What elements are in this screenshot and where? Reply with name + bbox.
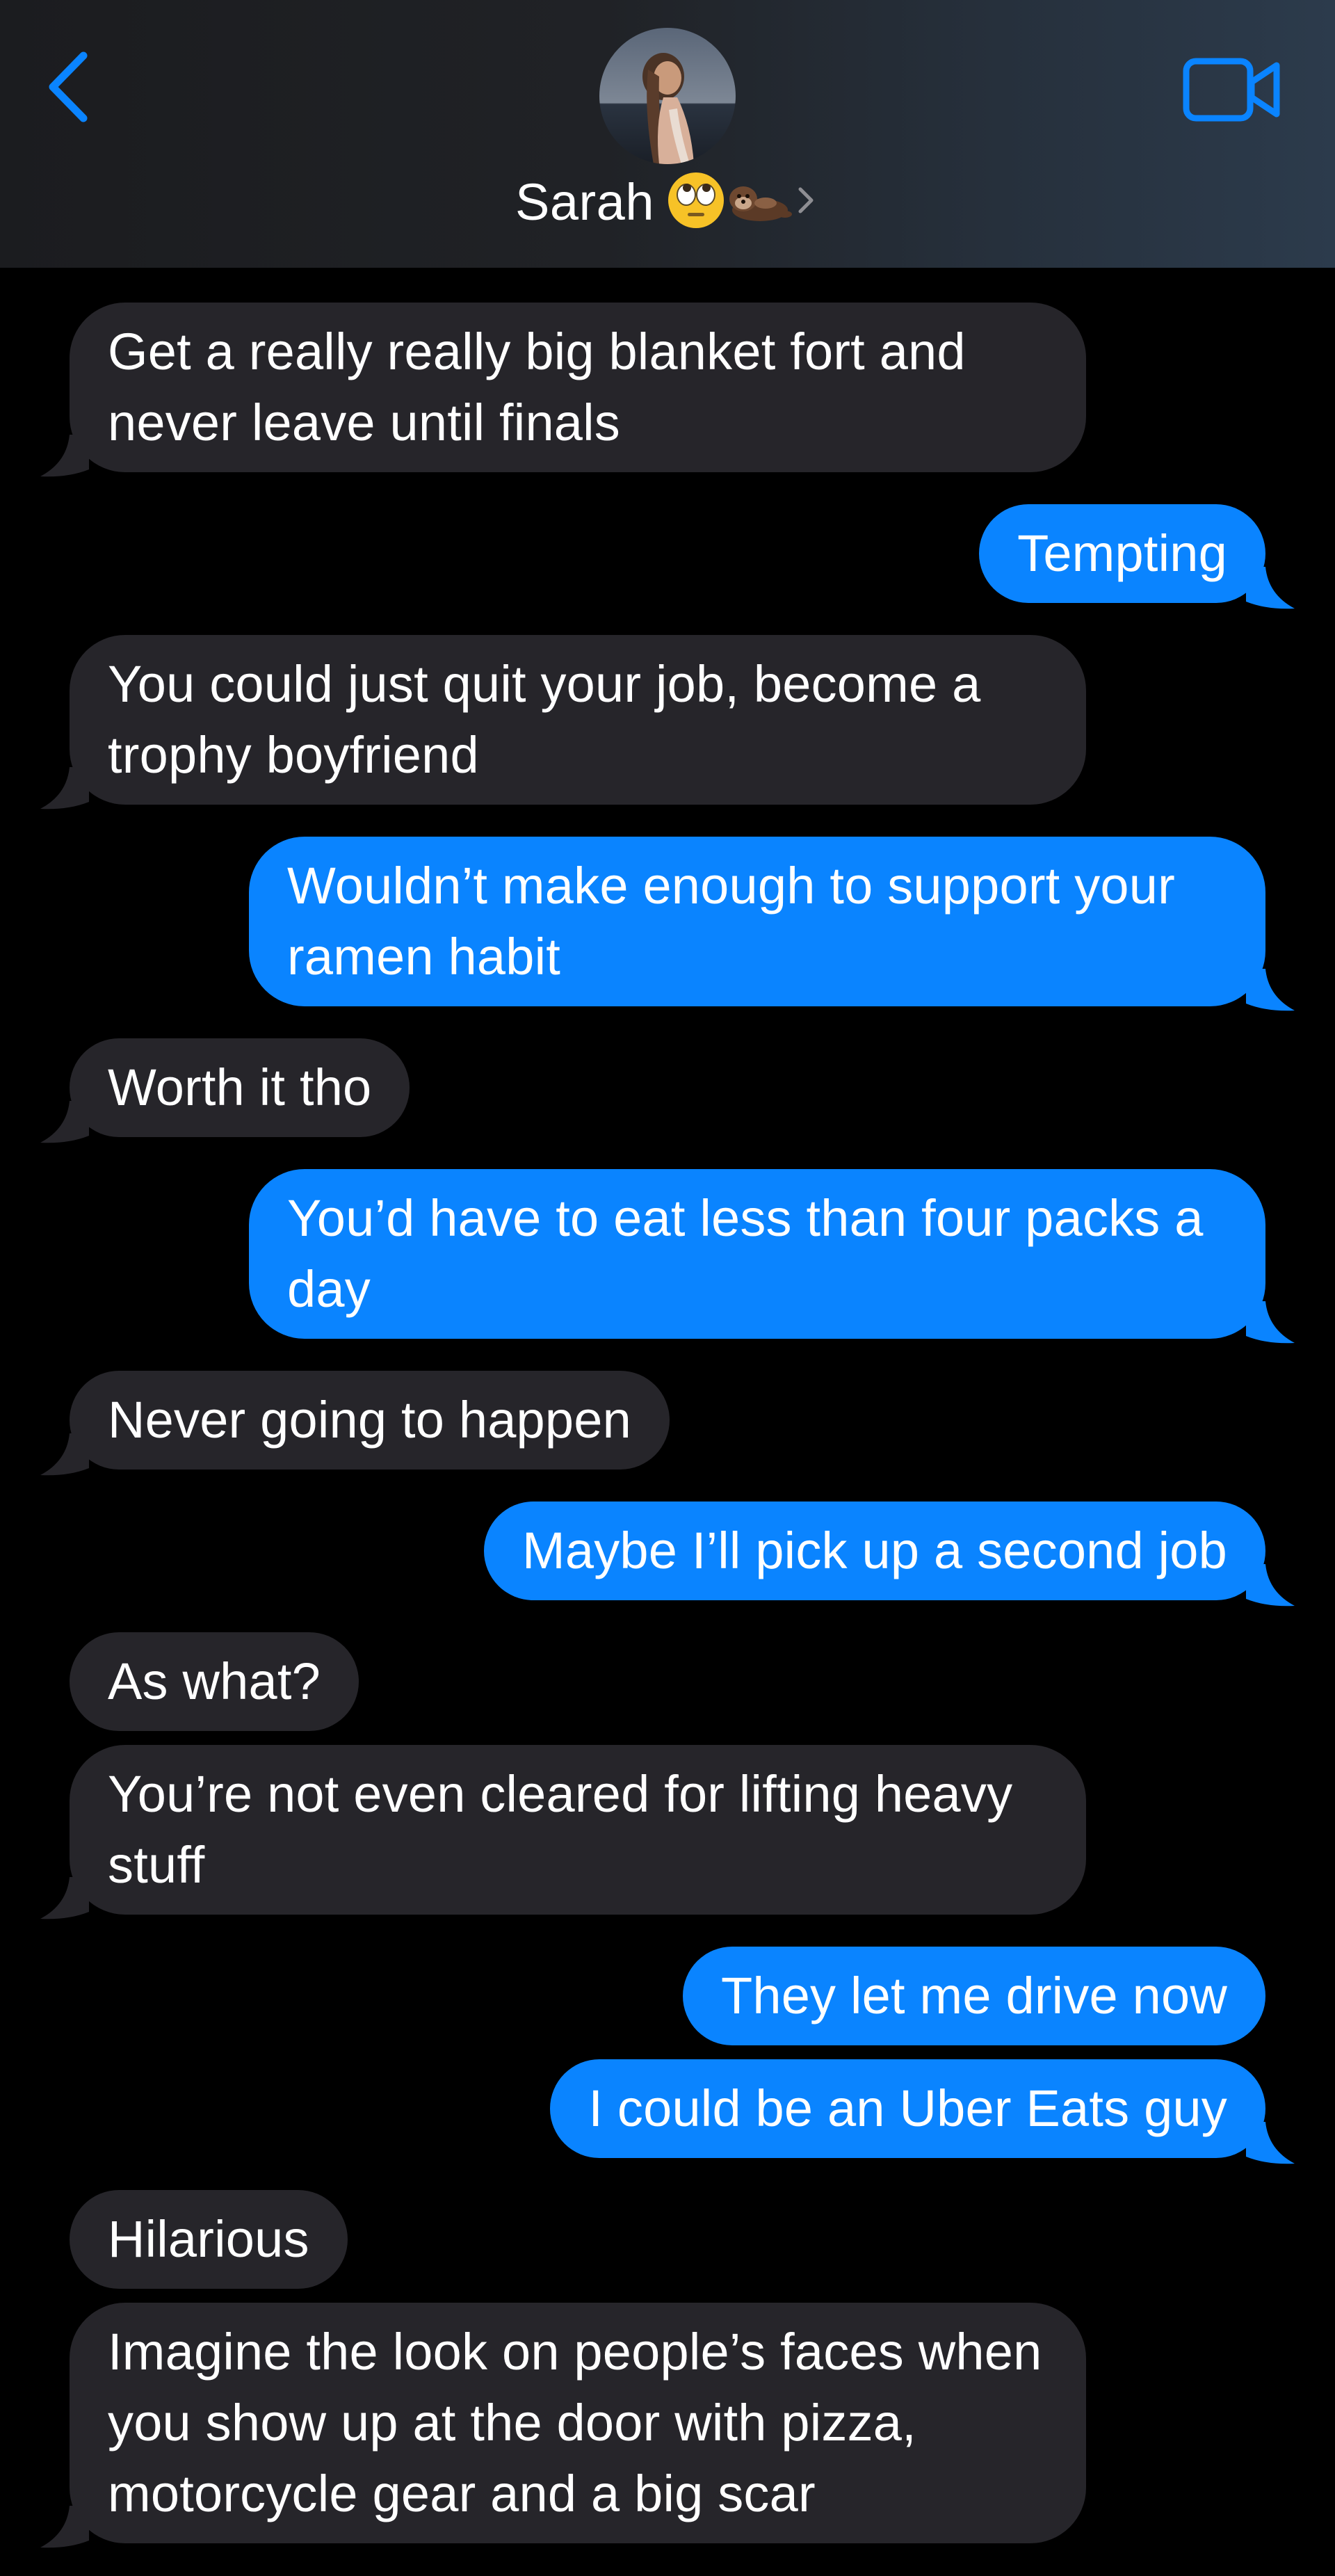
message-text: I could be an Uber Eats guy — [588, 2079, 1227, 2137]
outgoing-message[interactable]: Maybe I’ll pick up a second job — [484, 1502, 1265, 1600]
video-camera-icon — [1183, 58, 1280, 122]
outgoing-message[interactable]: I could be an Uber Eats guy — [550, 2059, 1265, 2158]
incoming-message[interactable]: As what? — [70, 1632, 359, 1731]
back-button[interactable] — [40, 49, 103, 125]
incoming-message[interactable]: Worth it tho — [70, 1038, 410, 1137]
message-text: Worth it tho — [108, 1058, 372, 1116]
message-text: Tempting — [1017, 524, 1227, 582]
message-text: Maybe I’ll pick up a second job — [522, 1522, 1227, 1579]
facetime-video-button[interactable] — [1182, 56, 1283, 125]
message-text: Get a really really big blanket fort and… — [108, 323, 966, 451]
message-thread[interactable]: Get a really really big blanket fort and… — [0, 268, 1335, 2576]
incoming-bubble-tail — [40, 2506, 89, 2548]
conversation-header: Sarah — [0, 0, 1335, 268]
outgoing-bubble-tail — [1246, 1301, 1295, 1344]
incoming-message[interactable]: Get a really really big blanket fort and… — [70, 303, 1086, 472]
incoming-message[interactable]: Hilarious — [70, 2190, 348, 2289]
outgoing-message[interactable]: You’d have to eat less than four packs a… — [249, 1169, 1265, 1339]
message-text: You’d have to eat less than four packs a… — [287, 1189, 1204, 1318]
contact-name-button[interactable]: Sarah — [0, 167, 1335, 236]
message-text: Never going to happen — [108, 1391, 631, 1449]
incoming-bubble-tail — [40, 767, 89, 810]
chevron-right-icon — [792, 179, 820, 225]
outgoing-bubble-tail — [1246, 2122, 1295, 2164]
incoming-message[interactable]: You could just quit your job, become a t… — [70, 635, 1086, 805]
outgoing-message[interactable]: Tempting — [979, 504, 1265, 603]
incoming-message[interactable]: Imagine the look on people’s faces when … — [70, 2303, 1086, 2543]
incoming-message[interactable]: Never going to happen — [70, 1371, 670, 1470]
chevron-left-icon — [49, 51, 88, 122]
message-text: Imagine the look on people’s faces when … — [108, 2323, 1042, 2522]
outgoing-message[interactable]: They let me drive now — [682, 1947, 1265, 2045]
otter-emoji-icon — [725, 171, 792, 233]
rolling-eyes-emoji-icon — [667, 171, 725, 233]
contact-name: Sarah — [515, 172, 654, 231]
outgoing-bubble-tail — [1246, 567, 1295, 609]
incoming-bubble-tail — [40, 1433, 89, 1476]
message-text: As what? — [108, 1652, 321, 1710]
incoming-bubble-tail — [40, 1101, 89, 1143]
outgoing-bubble-tail — [1246, 969, 1295, 1011]
incoming-bubble-tail — [40, 435, 89, 477]
incoming-message[interactable]: You’re not even cleared for lifting heav… — [70, 1745, 1086, 1915]
message-text: Wouldn’t make enough to support your ram… — [287, 857, 1175, 985]
message-text: They let me drive now — [720, 1967, 1227, 2024]
outgoing-bubble-tail — [1246, 1564, 1295, 1607]
contact-avatar[interactable] — [599, 28, 736, 164]
message-text: Hilarious — [108, 2210, 309, 2268]
outgoing-message[interactable]: Wouldn’t make enough to support your ram… — [249, 837, 1265, 1006]
incoming-bubble-tail — [40, 1877, 89, 1919]
message-text: You could just quit your job, become a t… — [108, 655, 981, 784]
message-text: You’re not even cleared for lifting heav… — [108, 1765, 1013, 1894]
